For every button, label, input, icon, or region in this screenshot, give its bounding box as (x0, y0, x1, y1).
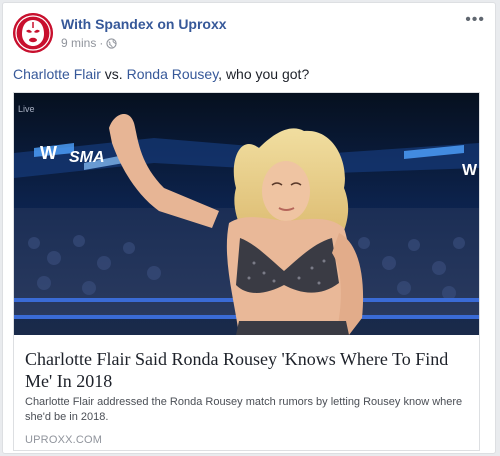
link-preview-card[interactable]: W SMA W Live Charlotte Flair Said Ronda … (13, 92, 480, 451)
link-description: Charlotte Flair addressed the Ronda Rous… (25, 396, 463, 423)
luchador-mask-logo (13, 13, 53, 53)
live-label: Live (18, 104, 35, 114)
page-name-link[interactable]: With Spandex on Uproxx (61, 16, 227, 32)
meta-separator: · (99, 36, 104, 50)
svg-text:SMA: SMA (69, 149, 105, 166)
link-title[interactable]: Charlotte Flair Said Ronda Rousey 'Knows… (25, 348, 475, 392)
message-rest: , who you got? (218, 66, 310, 82)
post-card: With Spandex on Uproxx 9 mins · ••• Charl… (2, 2, 496, 454)
page-avatar[interactable] (13, 13, 53, 53)
post-header: With Spandex on Uproxx 9 mins · ••• (13, 12, 485, 55)
globe-icon (106, 38, 117, 49)
mention-ronda-rousey[interactable]: Ronda Rousey (127, 66, 219, 82)
svg-text:W: W (40, 143, 57, 163)
wrestler-photo: W SMA W (14, 93, 479, 335)
link-preview-image[interactable]: W SMA W Live (14, 93, 479, 335)
more-options-icon[interactable]: ••• (465, 12, 485, 28)
svg-text:W: W (462, 162, 478, 179)
post-timestamp[interactable]: 9 mins (61, 36, 96, 50)
message-vs: vs. (100, 66, 127, 82)
post-message: Charlotte Flair vs. Ronda Rousey, who yo… (13, 66, 309, 82)
mention-charlotte-flair[interactable]: Charlotte Flair (13, 66, 101, 82)
post-meta: 9 mins · (61, 36, 117, 50)
link-domain: UPROXX.COM (25, 434, 103, 446)
